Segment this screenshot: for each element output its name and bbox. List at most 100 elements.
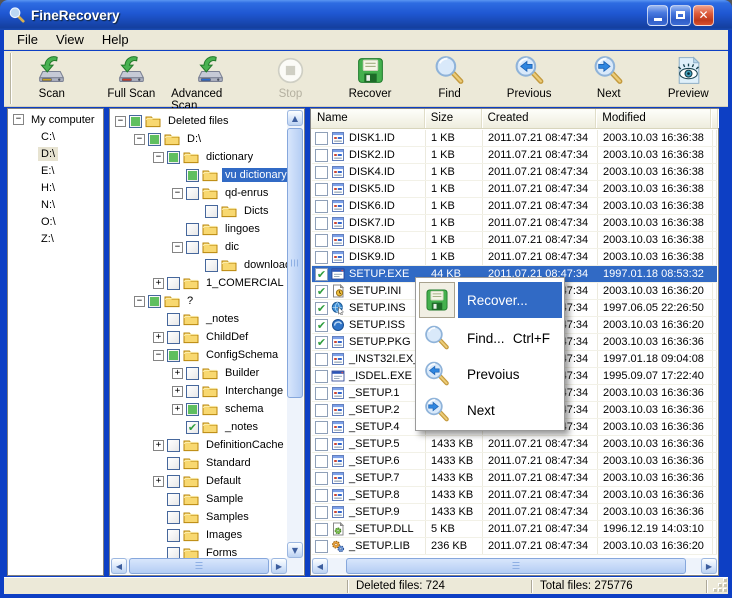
file-row-setup-8[interactable]: _SETUP.81433 KB2011.07.21 08:47:342003.1… [312, 487, 717, 504]
context-menu-item-find[interactable]: Find...Ctrl+F [418, 320, 562, 356]
scroll-right-icon[interactable]: ▶ [271, 558, 287, 574]
tree-item-dic[interactable]: − dic [111, 238, 287, 256]
tree-item-notes[interactable]: ✔ _notes [111, 418, 287, 436]
tree-item-vu-dictionary[interactable]: vu dictionary [111, 166, 287, 184]
file-row-disk5-id[interactable]: DISK5.ID1 KB2011.07.21 08:47:342003.10.0… [312, 181, 717, 198]
file-checkbox[interactable] [315, 421, 328, 434]
expand-icon[interactable]: + [172, 386, 183, 397]
expand-icon[interactable]: + [172, 404, 183, 415]
tree-item-drive-d[interactable]: D:\ [8, 145, 103, 162]
file-checkbox[interactable] [315, 353, 328, 366]
collapse-icon[interactable]: − [13, 114, 24, 125]
file-row-setup-7[interactable]: _SETUP.71433 KB2011.07.21 08:47:342003.1… [312, 470, 717, 487]
file-row-disk4-id[interactable]: DISK4.ID1 KB2011.07.21 08:47:342003.10.0… [312, 164, 717, 181]
tree-item-d[interactable]: − D:\ [111, 130, 287, 148]
toolbar-button-full-scan[interactable]: Full Scan [92, 51, 172, 106]
tree-checkbox[interactable] [167, 277, 180, 290]
scroll-down-icon[interactable]: ▼ [287, 542, 303, 558]
tree-checkbox[interactable] [167, 331, 180, 344]
tree-item-default[interactable]: + Default [111, 472, 287, 490]
titlebar[interactable]: FineRecovery ✕ [0, 0, 732, 30]
file-checkbox[interactable] [315, 404, 328, 417]
column-header-modified[interactable]: Modified [596, 109, 711, 128]
tree-item-drive-z[interactable]: Z:\ [8, 230, 103, 247]
file-row-setup-9[interactable]: _SETUP.91433 KB2011.07.21 08:47:342003.1… [312, 504, 717, 521]
file-checkbox[interactable] [315, 200, 328, 213]
tree-checkbox[interactable] [167, 493, 180, 506]
collapse-icon[interactable]: − [134, 134, 145, 145]
file-row-disk8-id[interactable]: DISK8.ID1 KB2011.07.21 08:47:342003.10.0… [312, 232, 717, 249]
scroll-thumb[interactable] [129, 558, 269, 574]
tree-item-drive-h[interactable]: H:\ [8, 179, 103, 196]
tree-checkbox[interactable]: ✔ [186, 421, 199, 434]
tree-checkbox[interactable] [148, 133, 161, 146]
file-checkbox[interactable] [315, 455, 328, 468]
tree-item-forms[interactable]: Forms [111, 544, 287, 558]
toolbar-button-preview[interactable]: Preview [649, 51, 729, 106]
menu-item-view[interactable]: View [47, 30, 93, 49]
file-checkbox[interactable] [315, 540, 328, 553]
tree-checkbox[interactable] [186, 367, 199, 380]
file-row-disk1-id[interactable]: DISK1.ID1 KB2011.07.21 08:47:342003.10.0… [312, 130, 717, 147]
file-row-setup-lib[interactable]: _SETUP.LIB236 KB2011.07.21 08:47:342003.… [312, 538, 717, 555]
scroll-left-icon[interactable]: ◀ [312, 558, 328, 574]
tree-checkbox[interactable] [167, 511, 180, 524]
tree-item-sample[interactable]: Sample [111, 490, 287, 508]
expand-icon[interactable]: + [153, 476, 164, 487]
menu-item-help[interactable]: Help [93, 30, 138, 49]
file-checkbox[interactable] [315, 183, 328, 196]
column-header-name[interactable]: Name [311, 109, 425, 128]
context-menu-item-next[interactable]: Next [418, 392, 562, 428]
tree-checkbox[interactable] [148, 295, 161, 308]
tree-checkbox[interactable] [167, 529, 180, 542]
folder-tree-hscrollbar[interactable]: ◀ ▶ [111, 558, 287, 574]
close-button[interactable]: ✕ [693, 5, 714, 26]
tree-item-dicts[interactable]: Dicts [111, 202, 287, 220]
tree-checkbox[interactable] [167, 475, 180, 488]
menu-item-file[interactable]: File [8, 30, 47, 49]
scroll-up-icon[interactable]: ▲ [287, 110, 303, 126]
file-checkbox[interactable]: ✔ [315, 268, 328, 281]
file-checkbox[interactable] [315, 438, 328, 451]
folder-tree-vscrollbar[interactable]: ▲ ▼ [287, 110, 303, 558]
tree-checkbox[interactable] [186, 169, 199, 182]
tree-checkbox[interactable] [205, 205, 218, 218]
toolbar-button-recover[interactable]: Recover [330, 51, 410, 106]
minimize-button[interactable] [647, 5, 668, 26]
scroll-track[interactable] [328, 558, 701, 574]
tree-item-my-computer[interactable]: −My computer [8, 111, 103, 128]
tree-checkbox[interactable] [129, 115, 142, 128]
scroll-thumb[interactable] [287, 128, 303, 398]
tree-item-interchange[interactable]: + Interchange [111, 382, 287, 400]
collapse-icon[interactable]: − [172, 242, 183, 253]
maximize-button[interactable] [670, 5, 691, 26]
file-row-setup-dll[interactable]: _SETUP.DLL5 KB2011.07.21 08:47:341996.12… [312, 521, 717, 538]
scroll-left-icon[interactable]: ◀ [111, 558, 127, 574]
tree-item-dictionary[interactable]: − dictionary [111, 148, 287, 166]
tree-item-drive-c[interactable]: C:\ [8, 128, 103, 145]
tree-item-notes[interactable]: _notes [111, 310, 287, 328]
tree-item-deleted-files[interactable]: − Deleted files [111, 112, 287, 130]
tree-checkbox[interactable] [167, 439, 180, 452]
file-list-hscrollbar[interactable]: ◀ ▶ [312, 558, 717, 574]
tree-checkbox[interactable] [186, 385, 199, 398]
toolbar-button-scan[interactable]: Scan [12, 51, 92, 106]
tree-item-lingoes[interactable]: lingoes [111, 220, 287, 238]
tree-item-configschema[interactable]: − ConfigSchema [111, 346, 287, 364]
expand-icon[interactable]: + [172, 368, 183, 379]
file-row-setup-5[interactable]: _SETUP.51433 KB2011.07.21 08:47:342003.1… [312, 436, 717, 453]
file-checkbox[interactable] [315, 506, 328, 519]
tree-checkbox[interactable] [186, 187, 199, 200]
file-checkbox[interactable] [315, 489, 328, 502]
tree-item-drive-e[interactable]: E:\ [8, 162, 103, 179]
toolbar-button-find[interactable]: Find [410, 51, 490, 106]
file-checkbox[interactable] [315, 370, 328, 383]
collapse-icon[interactable]: − [172, 188, 183, 199]
tree-checkbox[interactable] [186, 241, 199, 254]
tree-item-samples[interactable]: Samples [111, 508, 287, 526]
tree-item-builder[interactable]: + Builder [111, 364, 287, 382]
tree-checkbox[interactable] [167, 349, 180, 362]
file-checkbox[interactable] [315, 132, 328, 145]
file-checkbox[interactable] [315, 387, 328, 400]
tree-checkbox[interactable] [167, 547, 180, 559]
